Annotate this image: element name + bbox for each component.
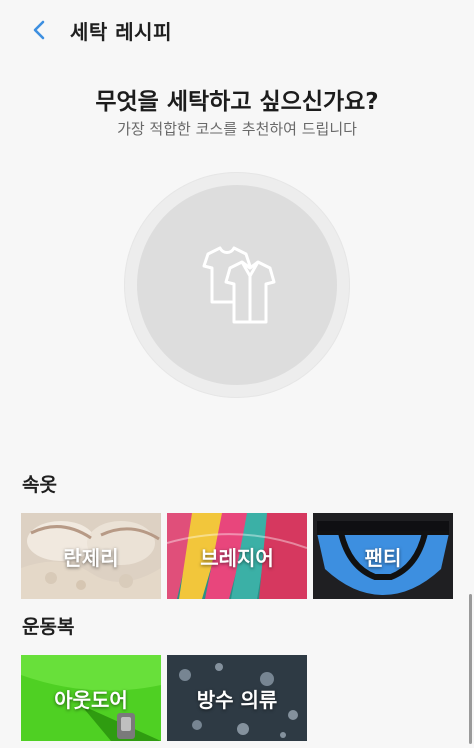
chevron-left-icon	[33, 20, 45, 40]
tile-label: 팬티	[364, 545, 402, 570]
tile-label: 브레지어	[200, 545, 274, 570]
tile-waterproof[interactable]: 방수 의류	[167, 655, 307, 741]
section-title-underwear: 속옷	[22, 474, 57, 496]
section-title-sportswear: 운동복	[22, 616, 75, 638]
page-title: 세탁 레시피	[70, 19, 172, 44]
tile-lingerie[interactable]: 란제리	[21, 513, 161, 599]
question-subtitle: 가장 적합한 코스를 추천하여 드립니다	[117, 120, 357, 138]
tile-bra[interactable]: 브레지어	[167, 513, 307, 599]
scrollbar[interactable]	[469, 594, 472, 744]
selection-placeholder	[137, 185, 337, 385]
tile-outdoor[interactable]: 아웃도어	[21, 655, 161, 741]
question-heading: 무엇을 세탁하고 싶으신가요?	[95, 89, 379, 115]
selection-circle	[124, 172, 350, 398]
tile-panties[interactable]: 팬티	[313, 513, 453, 599]
tile-label: 란제리	[63, 545, 119, 570]
clothes-icon	[202, 246, 276, 324]
back-button[interactable]	[28, 19, 50, 41]
tile-label: 방수 의류	[196, 687, 278, 712]
app-header: 세탁 레시피	[0, 0, 474, 60]
tile-label: 아웃도어	[54, 687, 128, 712]
